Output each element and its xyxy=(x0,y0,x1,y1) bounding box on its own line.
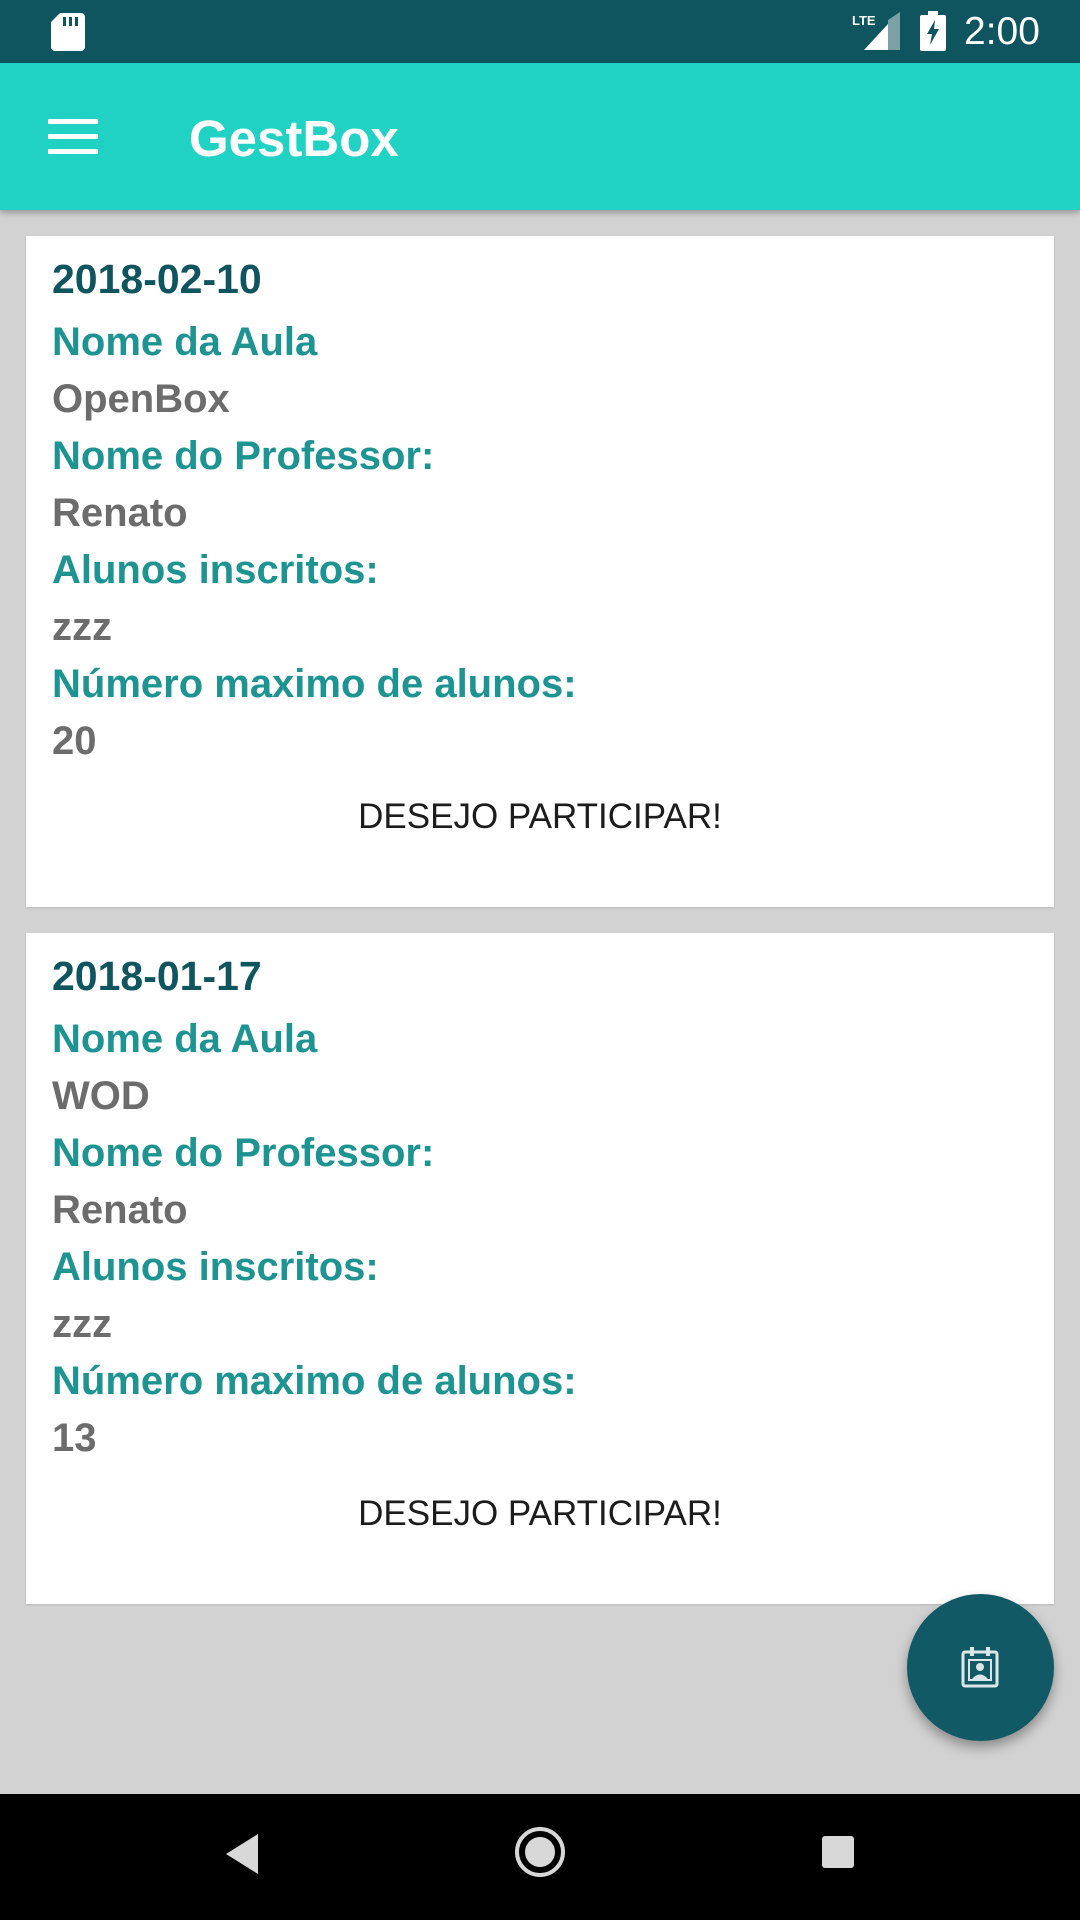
class-date: 2018-02-10 xyxy=(52,256,262,302)
join-class-button[interactable]: DESEJO PARTICIPAR! xyxy=(290,1469,790,1559)
class-name-label: Nome da Aula xyxy=(52,1017,318,1061)
calendar-person-icon xyxy=(961,1647,999,1688)
class-card: 2018-02-10 Nome da Aula OpenBox Nome do … xyxy=(26,236,1054,907)
class-date: 2018-01-17 xyxy=(52,953,262,999)
students-value: zzz xyxy=(52,605,112,649)
back-icon[interactable] xyxy=(224,1832,260,1876)
hamburger-menu-icon[interactable] xyxy=(46,115,100,157)
join-class-button[interactable]: DESEJO PARTICIPAR! xyxy=(290,772,790,862)
sd-card-icon xyxy=(51,13,85,51)
lte-label: LTE xyxy=(852,13,876,28)
status-time: 2:00 xyxy=(964,10,1040,53)
recents-icon[interactable] xyxy=(820,1834,856,1870)
app-title: GestBox xyxy=(189,110,399,167)
max-students-value: 20 xyxy=(52,719,97,763)
status-bar: LTE 2:00 xyxy=(0,0,1080,63)
teacher-value: Renato xyxy=(52,1188,188,1232)
class-card: 2018-01-17 Nome da Aula WOD Nome do Prof… xyxy=(26,933,1054,1604)
students-label: Alunos inscritos: xyxy=(52,1245,379,1289)
max-students-value: 13 xyxy=(52,1416,97,1460)
teacher-value: Renato xyxy=(52,491,188,535)
teacher-label: Nome do Professor: xyxy=(52,434,435,478)
schedule-fab-button[interactable] xyxy=(907,1594,1054,1741)
class-name-value: OpenBox xyxy=(52,377,230,421)
app-bar: GestBox xyxy=(0,63,1080,210)
class-name-value: WOD xyxy=(52,1074,150,1118)
system-navigation-bar xyxy=(0,1794,1080,1920)
class-name-label: Nome da Aula xyxy=(52,320,318,364)
students-label: Alunos inscritos: xyxy=(52,548,379,592)
lte-signal-icon: LTE xyxy=(852,12,900,50)
max-students-label: Número maximo de alunos: xyxy=(52,1359,577,1403)
students-value: zzz xyxy=(52,1302,112,1346)
battery-charging-icon xyxy=(920,11,946,51)
teacher-label: Nome do Professor: xyxy=(52,1131,435,1175)
home-icon[interactable] xyxy=(514,1826,566,1878)
max-students-label: Número maximo de alunos: xyxy=(52,662,577,706)
